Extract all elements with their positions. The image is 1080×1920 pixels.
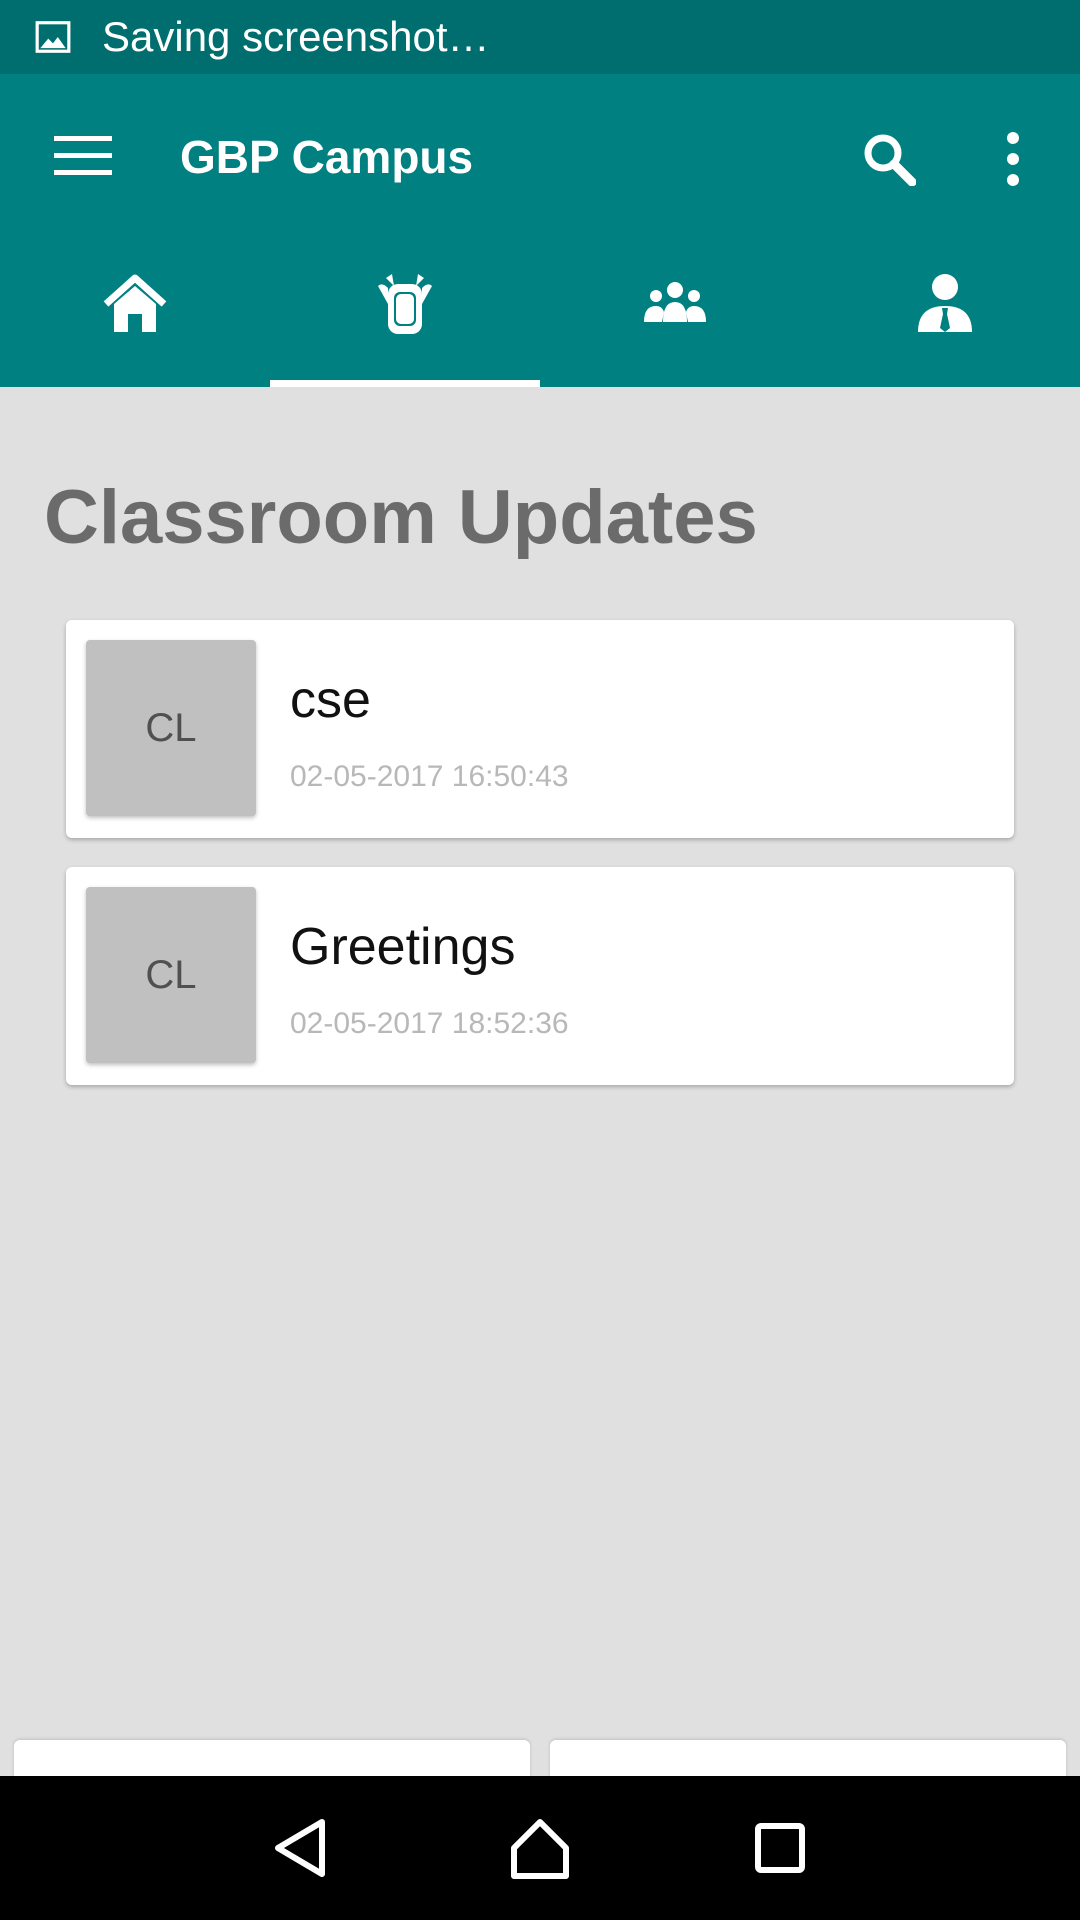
page-title: Classroom Updates <box>44 475 758 560</box>
card-date: 02-05-2017 18:52:36 <box>290 1007 569 1040</box>
home-outline-icon[interactable] <box>508 1816 572 1880</box>
card-date: 02-05-2017 16:50:43 <box>290 760 569 793</box>
status-text: Saving screenshot… <box>102 13 490 60</box>
tab-profile[interactable] <box>810 234 1080 387</box>
card-title: cse <box>290 671 371 729</box>
tab-bar <box>0 234 1080 387</box>
card-title: Greetings <box>290 918 516 976</box>
system-nav-bar <box>0 1776 1080 1920</box>
more-vertical-icon[interactable] <box>998 132 1028 186</box>
bottom-card-left[interactable] <box>14 1740 530 1780</box>
status-bar: Saving screenshot… <box>0 0 1080 74</box>
bottom-card-right[interactable] <box>550 1740 1066 1780</box>
home-icon <box>103 274 167 332</box>
search-icon[interactable] <box>862 132 916 186</box>
app-title: GBP Campus <box>180 131 474 183</box>
card-thumbnail: CL <box>86 640 256 816</box>
back-triangle-icon[interactable] <box>268 1816 332 1880</box>
person-tie-icon <box>918 273 972 332</box>
group-icon <box>644 281 706 322</box>
image-icon <box>35 21 71 53</box>
card-thumbnail: CL <box>86 887 256 1063</box>
menu-icon[interactable] <box>54 136 112 176</box>
app-bar: GBP Campus <box>0 74 1080 234</box>
update-card[interactable]: CL Greetings 02-05-2017 18:52:36 <box>66 867 1014 1085</box>
tab-home[interactable] <box>0 234 270 387</box>
backpack-icon <box>378 273 432 334</box>
update-card[interactable]: CL cse 02-05-2017 16:50:43 <box>66 620 1014 838</box>
tab-classroom[interactable] <box>270 234 540 387</box>
tab-groups[interactable] <box>540 234 810 387</box>
recents-square-icon[interactable] <box>748 1816 812 1880</box>
